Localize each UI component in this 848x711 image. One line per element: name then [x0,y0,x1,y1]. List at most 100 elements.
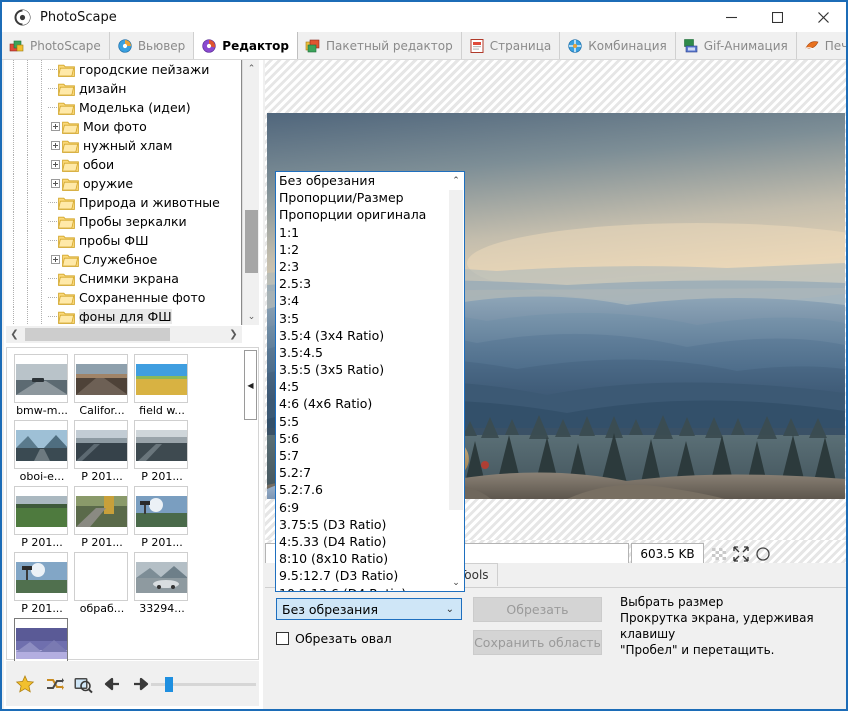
tab-combine[interactable]: Комбинация [560,32,676,59]
crop-ratio-option-list[interactable]: Без обрезанияПропорции/РазмерПропорции о… [276,172,448,591]
photo-search-icon[interactable] [73,674,93,694]
crop-ratio-option[interactable]: 10.2:13.6 (D4 Ratio) [276,585,448,592]
crop-ratio-option[interactable]: 2:3 [276,258,448,275]
crop-ratio-option[interactable]: 8:10 (8x10 Ratio) [276,550,448,567]
tree-scroll-down-icon[interactable]: ⌄ [243,308,259,325]
thumbnail-image[interactable] [14,552,68,601]
thumbnail-scroll-thumb[interactable]: ◀ [244,350,257,420]
crop-ratio-option[interactable]: Пропорции/Размер [276,189,448,206]
thumbnail-item[interactable]: P 201... [14,552,70,615]
thumbnail-image[interactable] [74,486,128,535]
more-options-icon[interactable] [754,545,772,563]
crop-ratio-option[interactable]: 4:5.33 (D4 Ratio) [276,533,448,550]
tree-scroll-up-icon[interactable]: ⌃ [243,60,259,77]
crop-ratio-option[interactable]: 3.5:4 (3x4 Ratio) [276,327,448,344]
crop-ratio-option[interactable]: 3:4 [276,292,448,309]
folder-tree-list[interactable]: городские пейзажидизайнМоделька (идеи)Мо… [6,60,242,325]
crop-ratio-option[interactable]: 5:5 [276,413,448,430]
crop-ratio-option[interactable]: 4:6 (4x6 Ratio) [276,395,448,412]
tree-item[interactable]: Природа и животные [6,193,241,212]
crop-ratio-option[interactable]: Без обрезания [276,172,448,189]
crop-ratio-option[interactable]: 4:5 [276,378,448,395]
thumbnail-item[interactable]: bmw-m... [14,354,70,417]
crop-ratio-option[interactable]: 6:9 [276,499,448,516]
tab-editor[interactable]: Редактор [194,32,298,59]
forward-arrow-icon[interactable] [131,674,151,694]
thumbnail-zoom-slider[interactable] [151,677,252,691]
crop-oval-checkbox[interactable] [276,632,289,645]
tree-item[interactable]: Снимки экрана [6,269,241,288]
crop-ratio-combobox[interactable]: Без обрезания ⌄ [276,598,462,620]
thumbnail-item[interactable]: P 201... [74,486,130,549]
tree-expand-icon[interactable] [48,174,62,193]
zoom-slider-knob[interactable] [165,677,173,692]
tree-expand-icon[interactable] [48,155,62,174]
thumbnail-image[interactable] [74,420,128,469]
thumbnail-image[interactable] [14,354,68,403]
thumbnail-item[interactable]: P 201... [134,486,190,549]
tab-print[interactable]: Печать [797,32,846,59]
tree-item[interactable]: нужный хлам [6,136,241,155]
thumbnail-image[interactable] [74,354,128,403]
thumbnail-grid[interactable]: bmw-m...Califor...field w...oboi-e...P 2… [14,354,242,684]
thumbnail-image[interactable] [14,618,68,667]
crop-button[interactable]: Обрезать [473,597,602,622]
thumbnail-item[interactable]: field w... [134,354,190,417]
tree-scroll-thumb[interactable] [245,210,258,273]
thumbnail-item[interactable]: oboi-e... [14,420,70,483]
minimize-button[interactable] [708,2,754,32]
tree-item[interactable]: городские пейзажи [6,60,241,79]
thumbnail-image[interactable] [134,354,188,403]
tab-gif-animation[interactable]: Gif-Анимация [676,32,797,59]
maximize-button[interactable] [754,2,800,32]
thumbnail-image[interactable] [14,486,68,535]
back-arrow-icon[interactable] [102,674,122,694]
crop-ratio-dropdown[interactable]: Без обрезанияПропорции/РазмерПропорции о… [275,171,465,592]
tree-vertical-scrollbar[interactable]: ⌃ ⌄ [242,60,259,325]
crop-ratio-option[interactable]: 1:2 [276,241,448,258]
thumbnail-item[interactable]: P 201... [74,420,130,483]
crop-ratio-option[interactable]: 1:1 [276,224,448,241]
thumbnail-item[interactable]: Califor... [74,354,130,417]
crop-ratio-option[interactable]: 5.2:7 [276,464,448,481]
star-icon[interactable] [15,674,35,694]
tree-horizontal-scrollbar[interactable]: ❮ ❯ [6,326,242,343]
crop-ratio-option[interactable]: 3.5:4.5 [276,344,448,361]
thumbnail-item[interactable]: P 201... [134,420,190,483]
thumbnail-scrollbar[interactable]: ◀ [243,348,258,659]
tree-item[interactable]: Мои фото [6,117,241,136]
crop-ratio-option[interactable]: 5:6 [276,430,448,447]
tree-hscroll-thumb[interactable] [25,328,170,341]
crop-ratio-option[interactable]: 3:5 [276,310,448,327]
crop-ratio-option[interactable]: Пропорции оригинала [276,206,448,223]
tree-item[interactable]: Сохраненные фото [6,288,241,307]
tab-photoscape[interactable]: PhotoScape [2,32,110,59]
crop-ratio-option[interactable]: 2.5:3 [276,275,448,292]
thumbnail-image[interactable] [134,486,188,535]
save-region-button[interactable]: Сохранить область [473,630,602,655]
tree-item[interactable]: Пробы зеркалки [6,212,241,231]
crop-ratio-option[interactable]: 5.2:7.6 [276,481,448,498]
thumbnail-item[interactable]: 33294... [134,552,190,615]
thumbnail-item[interactable]: P 201... [14,486,70,549]
tree-item[interactable]: пробы ФШ [6,231,241,250]
tree-item[interactable]: фоны для ФШ [6,307,241,325]
tree-item[interactable]: оружие [6,174,241,193]
tree-item[interactable]: дизайн [6,79,241,98]
tree-item[interactable]: Служебное [6,250,241,269]
thumbnail-image[interactable] [134,420,188,469]
thumbnail-image[interactable] [134,552,188,601]
dropdown-scroll-down-icon[interactable]: ⌄ [448,574,464,591]
crop-ratio-option[interactable]: 3.75:5 (D3 Ratio) [276,516,448,533]
crop-oval-row[interactable]: Обрезать овал [276,631,392,646]
tree-scroll-right-icon[interactable]: ❯ [225,326,242,343]
crop-ratio-option[interactable]: 3.5:5 (3x5 Ratio) [276,361,448,378]
tree-expand-icon[interactable] [48,117,62,136]
tree-expand-icon[interactable] [48,250,62,269]
crop-ratio-option[interactable]: 5:7 [276,447,448,464]
left-bottom-toolbar[interactable] [6,661,259,706]
shuffle-icon[interactable] [44,674,64,694]
tree-item[interactable]: Моделька (идеи) [6,98,241,117]
thumbnail-image[interactable] [14,420,68,469]
chevron-down-icon[interactable]: ⌄ [446,604,454,615]
